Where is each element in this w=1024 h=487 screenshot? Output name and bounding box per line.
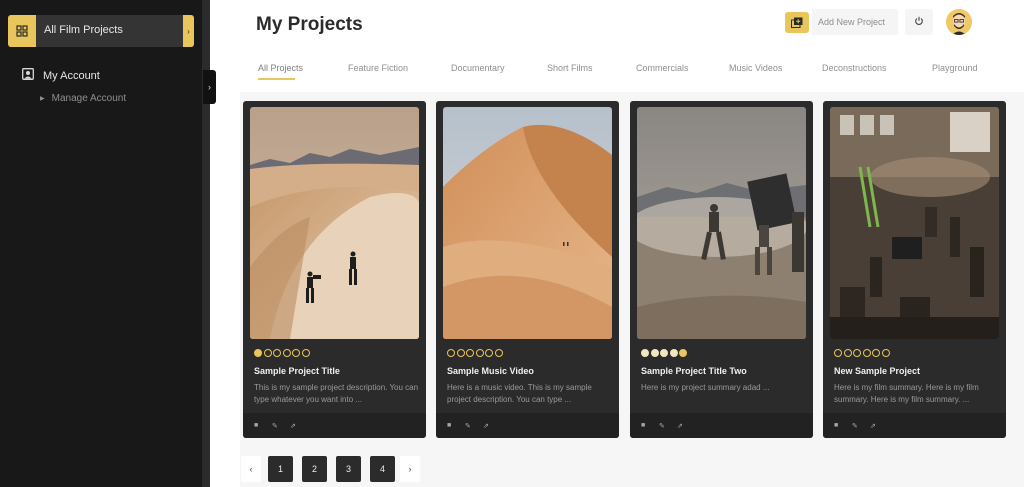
sidebar-item-label: My Account (43, 70, 100, 82)
rating-dot (301, 349, 310, 357)
sidebar-item-all-film-projects[interactable]: All Film Projects › (8, 15, 194, 47)
card-actions: ■ ✎ ⇗ (823, 413, 1006, 438)
sidebar-item-label: All Film Projects (44, 24, 123, 36)
user-icon (22, 67, 34, 85)
rating-dots (834, 349, 891, 357)
open-external-icon[interactable]: ⇗ (483, 422, 501, 430)
rating-dot (660, 349, 668, 357)
rating-dot (447, 349, 455, 357)
pagination-next-button[interactable]: › (400, 456, 420, 482)
project-card[interactable]: Sample Project Title This is my sample p… (243, 101, 426, 438)
rating-dot (650, 349, 659, 357)
project-thumbnail[interactable] (830, 107, 999, 339)
add-new-project-label: Add New Project (812, 9, 898, 35)
grid-icon (8, 15, 36, 47)
sidebar-sub-label: Manage Account (51, 93, 127, 104)
rating-dot (679, 349, 687, 357)
rating-dot (641, 349, 649, 357)
chevron-right-icon: › (183, 15, 194, 47)
rating-dot (494, 349, 503, 357)
tab-playground[interactable]: Playground (932, 63, 978, 73)
active-tab-indicator (258, 78, 295, 80)
project-thumbnail[interactable] (637, 107, 806, 339)
delete-icon[interactable]: ■ (641, 422, 659, 429)
rating-dot (263, 349, 272, 357)
rating-dot (475, 349, 484, 357)
project-description: This is my sample project description. Y… (254, 383, 419, 404)
card-actions: ■ ✎ ⇗ (630, 413, 813, 438)
project-description: Here is a music video. This is my sample… (447, 383, 592, 404)
tab-all-projects[interactable]: All Projects (258, 63, 303, 73)
rating-dots (447, 349, 504, 357)
edit-icon[interactable]: ✎ (852, 422, 870, 430)
project-category-tabs: All Projects Feature Fiction Documentary… (258, 63, 988, 83)
project-title[interactable]: Sample Music Video (447, 366, 534, 376)
project-thumbnail[interactable] (250, 107, 419, 339)
rating-dot (282, 349, 291, 357)
sidebar: All Film Projects › My Account ▶ Manage … (0, 0, 202, 487)
rating-dot (872, 349, 880, 357)
collapse-sidebar-button[interactable]: › (203, 70, 216, 104)
rating-dot (669, 349, 678, 357)
project-title[interactable]: Sample Project Title Two (641, 366, 747, 376)
rating-dot (862, 349, 871, 357)
tab-deconstructions[interactable]: Deconstructions (822, 63, 887, 73)
rating-dot (843, 349, 852, 357)
sidebar-item-my-account[interactable]: My Account (22, 68, 100, 84)
tab-documentary[interactable]: Documentary (451, 63, 505, 73)
project-thumbnail[interactable] (443, 107, 612, 339)
project-card[interactable]: Sample Music Video Here is a music video… (436, 101, 619, 438)
open-external-icon[interactable]: ⇗ (870, 422, 888, 430)
rating-dot (853, 349, 861, 357)
project-card[interactable]: New Sample Project Here is my film summa… (823, 101, 1006, 438)
card-actions: ■ ✎ ⇗ (436, 413, 619, 438)
rating-dot (273, 349, 281, 357)
card-actions: ■ ✎ ⇗ (243, 413, 426, 438)
rating-dot (292, 349, 300, 357)
project-title[interactable]: New Sample Project (834, 366, 920, 376)
rating-dot (834, 349, 842, 357)
tab-music-videos[interactable]: Music Videos (729, 63, 782, 73)
tab-feature-fiction[interactable]: Feature Fiction (348, 63, 408, 73)
rating-dots (254, 349, 311, 357)
caret-right-icon: ▶ (40, 96, 45, 102)
rating-dot (881, 349, 890, 357)
delete-icon[interactable]: ■ (447, 422, 465, 429)
add-new-project-button[interactable]: Add New Project (785, 9, 898, 35)
rating-dot (466, 349, 474, 357)
rating-dot (254, 349, 262, 357)
tab-commercials[interactable]: Commercials (636, 63, 689, 73)
add-project-icon (785, 11, 809, 33)
project-description: Here is my film summary. Here is my film… (834, 383, 979, 404)
rating-dots (641, 349, 689, 357)
rating-dot (485, 349, 493, 357)
page-title: My Projects (256, 14, 363, 35)
chevron-right-icon: › (208, 82, 211, 92)
delete-icon[interactable]: ■ (834, 422, 852, 429)
project-title[interactable]: Sample Project Title (254, 366, 340, 376)
pagination-page-4[interactable]: 4 (370, 456, 395, 482)
tab-short-films[interactable]: Short Films (547, 63, 593, 73)
project-description: Here is my project summary adad ... (641, 383, 770, 392)
power-icon (914, 16, 924, 29)
edit-icon[interactable]: ✎ (272, 422, 290, 430)
logout-button[interactable] (905, 9, 933, 35)
open-external-icon[interactable]: ⇗ (290, 422, 308, 430)
edit-icon[interactable]: ✎ (659, 422, 677, 430)
sidebar-item-manage-account[interactable]: ▶ Manage Account (40, 93, 126, 104)
pagination-page-1[interactable]: 1 (268, 456, 293, 482)
user-avatar[interactable] (946, 9, 972, 35)
rating-dot (456, 349, 465, 357)
open-external-icon[interactable]: ⇗ (677, 422, 695, 430)
pagination-page-3[interactable]: 3 (336, 456, 361, 482)
pagination-page-2[interactable]: 2 (302, 456, 327, 482)
pagination-prev-button[interactable]: ‹ (241, 456, 261, 482)
edit-icon[interactable]: ✎ (465, 422, 483, 430)
delete-icon[interactable]: ■ (254, 422, 272, 429)
project-card[interactable]: Sample Project Title Two Here is my proj… (630, 101, 813, 438)
